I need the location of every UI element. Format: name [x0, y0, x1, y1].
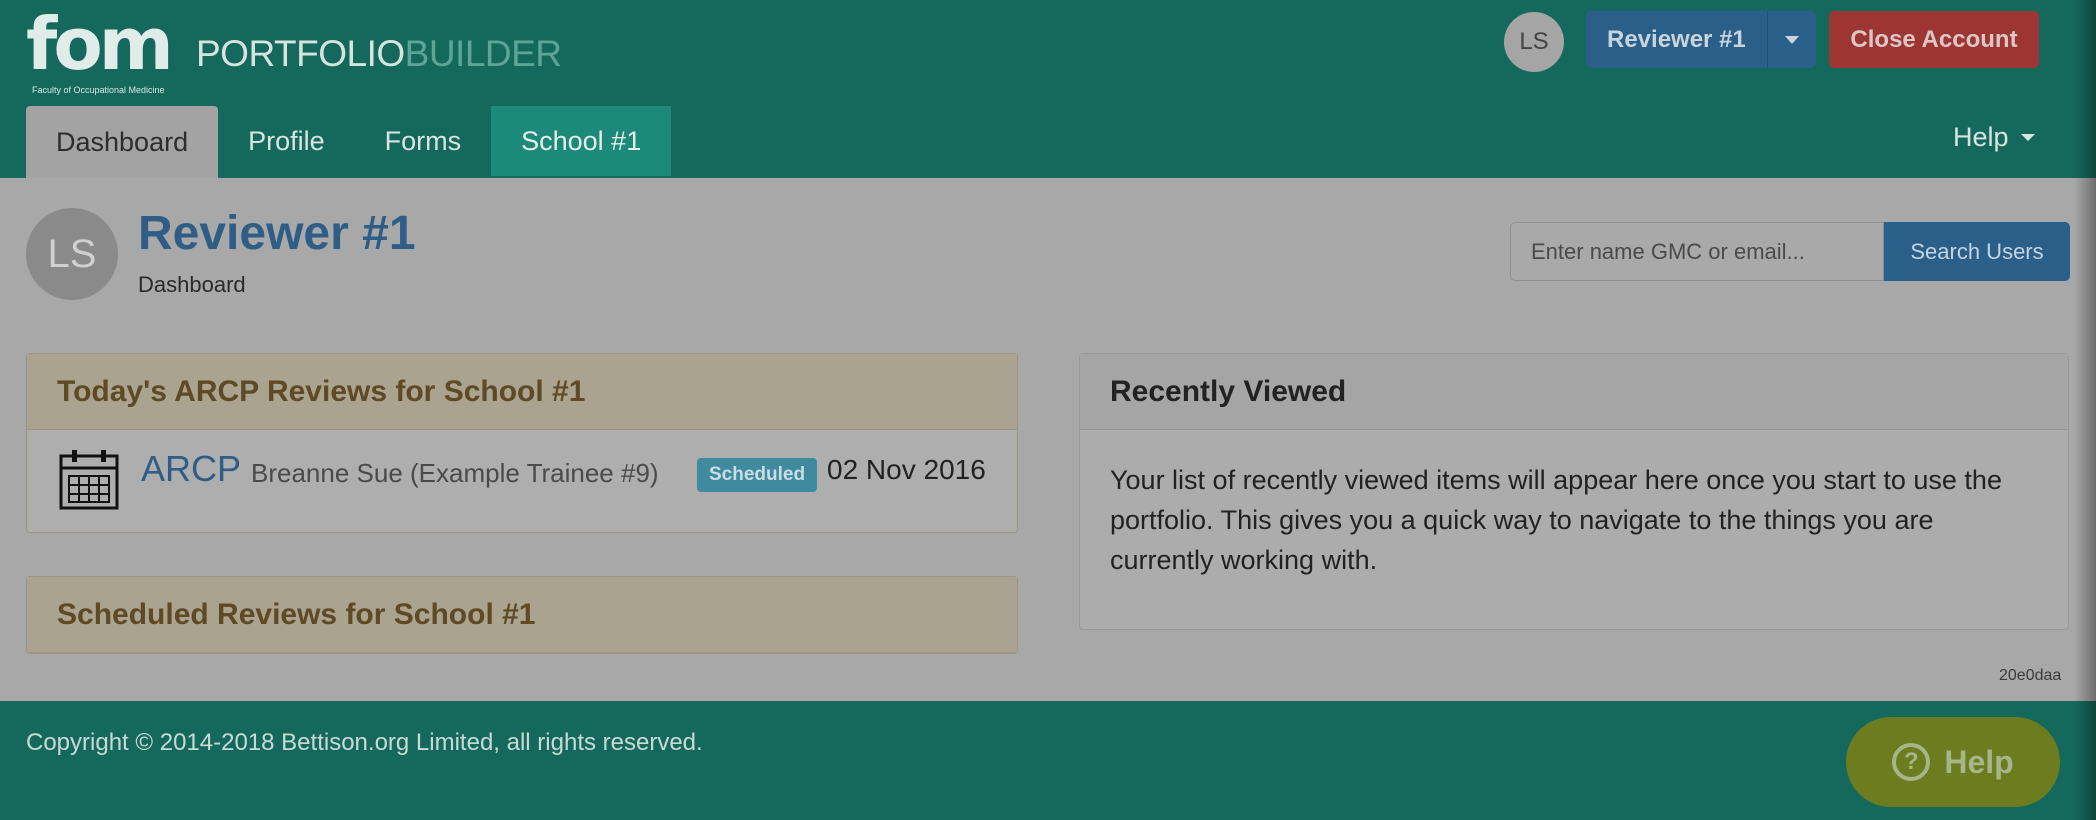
- chevron-down-icon: [1784, 35, 1799, 44]
- logo-subtitle: Faculty of Occupational Medicine: [32, 85, 165, 95]
- recently-viewed-body: Your list of recently viewed items will …: [1110, 465, 2002, 575]
- arcp-link[interactable]: ARCP: [141, 448, 241, 490]
- question-circle-icon: ?: [1892, 743, 1931, 781]
- trainee-name: Breanne Sue (Example Trainee #9): [251, 458, 659, 488]
- recently-viewed-panel: Recently Viewed Your list of recently vi…: [1079, 353, 2069, 630]
- help-menu[interactable]: Help: [1953, 122, 2035, 153]
- user-button[interactable]: Reviewer #1: [1586, 11, 1768, 68]
- logo-text: fom: [26, 2, 174, 86]
- page-subtitle: Dashboard: [138, 272, 246, 297]
- copyright-text: Copyright © 2014-2018 Bettison.org Limit…: [26, 729, 703, 756]
- user-dropdown-toggle[interactable]: [1767, 11, 1816, 68]
- help-floating-button[interactable]: ? Help: [1846, 717, 2060, 807]
- main-nav-tabs: Dashboard Profile Forms School #1: [26, 106, 672, 178]
- tab-dashboard[interactable]: Dashboard: [26, 106, 219, 178]
- status-badge: Scheduled: [697, 458, 818, 492]
- main-content: LS Reviewer #1 Dashboard Search Users To…: [0, 178, 2096, 701]
- search-users-input[interactable]: [1510, 222, 1884, 281]
- page-title: Reviewer #1: [138, 207, 416, 260]
- user-menu: Reviewer #1: [1586, 11, 1816, 68]
- brand-title[interactable]: PORTFOLIOBUILDER: [196, 32, 562, 76]
- calendar-icon: [59, 450, 119, 510]
- version-label: 20e0daa: [1999, 667, 2062, 684]
- tab-profile[interactable]: Profile: [218, 106, 355, 176]
- todays-reviews-heading: Today's ARCP Reviews for School #1: [27, 354, 1017, 430]
- profile-avatar: LS: [26, 208, 118, 300]
- close-account-button[interactable]: Close Account: [1829, 11, 2039, 68]
- chevron-down-icon: [2020, 134, 2035, 141]
- footer: Copyright © 2014-2018 Bettison.org Limit…: [0, 701, 2096, 820]
- tab-forms[interactable]: Forms: [355, 106, 492, 176]
- todays-reviews-panel: Today's ARCP Reviews for School #1 ARCP …: [26, 353, 1018, 533]
- brand-part-portfolio: PORTFOLIO: [196, 33, 405, 74]
- scheduled-reviews-panel: Scheduled Reviews for School #1: [26, 576, 1018, 654]
- fom-logo[interactable]: fom Faculty of Occupational Medicine: [26, 2, 176, 95]
- list-item: ARCP Breanne Sue (Example Trainee #9) Sc…: [27, 430, 1017, 534]
- recently-viewed-heading: Recently Viewed: [1080, 354, 2068, 430]
- help-floating-label: Help: [1944, 743, 2014, 780]
- user-avatar[interactable]: LS: [1504, 12, 1564, 72]
- edge-shadow: [2074, 0, 2096, 820]
- scheduled-reviews-heading: Scheduled Reviews for School #1: [27, 577, 1017, 653]
- search-users-button[interactable]: Search Users: [1884, 222, 2070, 281]
- review-date: 02 Nov 2016: [827, 454, 986, 485]
- help-menu-label: Help: [1953, 122, 2009, 152]
- top-header: fom Faculty of Occupational Medicine POR…: [0, 0, 2096, 178]
- tab-school[interactable]: School #1: [491, 106, 672, 176]
- brand-part-builder: BUILDER: [404, 33, 562, 74]
